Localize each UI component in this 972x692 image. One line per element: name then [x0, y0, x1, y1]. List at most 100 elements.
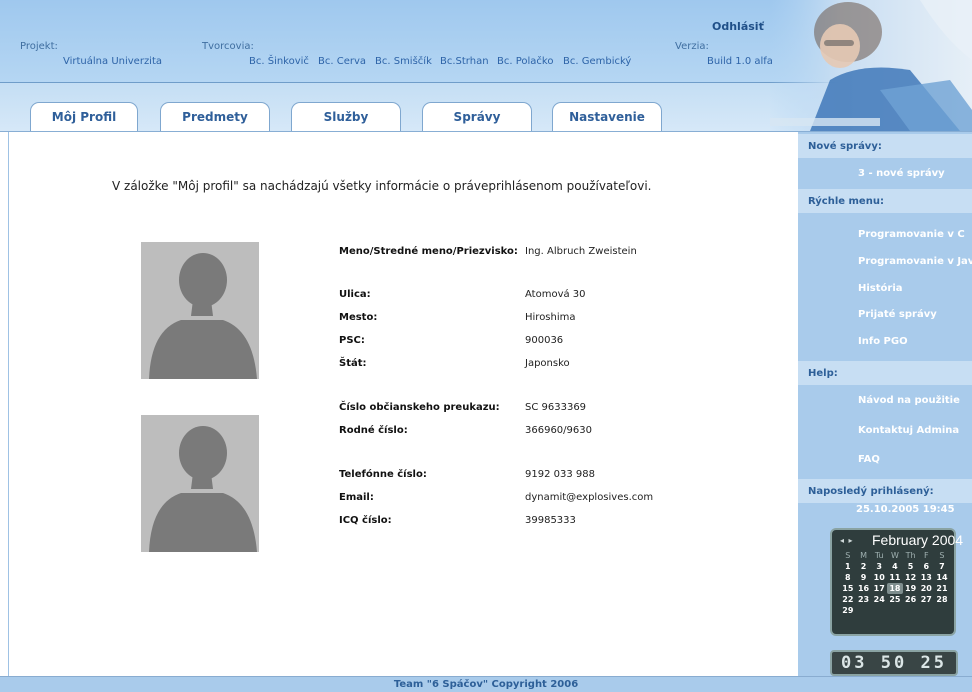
intro-text: V záložke "Môj profil" sa nachádzajú vše… — [112, 179, 652, 193]
calendar-weekday-row: S M Tu W Th F S — [840, 550, 950, 561]
calendar-day[interactable]: 9 — [856, 572, 872, 583]
calendar-day[interactable]: 21 — [934, 583, 950, 594]
digital-clock: 03 50 25 — [830, 650, 958, 676]
calendar-day[interactable]: 20 — [918, 583, 934, 594]
tab-settings[interactable]: Nastavenie — [552, 102, 662, 131]
calendar-day[interactable]: 3 — [871, 561, 887, 572]
field-label-name: Meno/Stredné meno/Priezvisko: — [339, 246, 518, 257]
new-messages-link[interactable]: 3 - nové správy — [858, 168, 945, 179]
calendar-day[interactable]: 19 — [903, 583, 919, 594]
author-5: Bc. Polačko — [497, 56, 554, 67]
project-value: Virtuálna Univerzita — [63, 56, 163, 67]
calendar-title: February 2004 — [872, 532, 964, 548]
calendar-week-row: 15 16 17 18 19 20 21 — [840, 583, 950, 594]
calendar-week-row: 22 23 24 25 26 27 28 — [840, 594, 950, 605]
calendar-weekday: Tu — [874, 551, 884, 560]
version-value: Build 1.0 alfa — [707, 56, 773, 67]
field-value-phone: 9192 033 988 — [525, 469, 595, 480]
calendar-day[interactable]: 23 — [856, 594, 872, 605]
tab-my-profile[interactable]: Môj Profil — [30, 102, 138, 131]
field-value-country: Japonsko — [525, 358, 570, 369]
calendar-empty-cell — [887, 605, 903, 616]
field-value-birth-number: 366960/9630 — [525, 425, 592, 436]
calendar-weekday: W — [890, 551, 899, 560]
field-value-name: Ing. Albruch Zweistein — [525, 246, 637, 257]
quick-menu-item-received-messages[interactable]: Prijaté správy — [858, 309, 937, 320]
page-footer: Team "6 Spáčov" Copyright 2006 — [0, 676, 972, 692]
quick-menu-item-info-pgo[interactable]: Info PGO — [858, 336, 908, 347]
calendar-week-row: 29 — [840, 605, 950, 616]
calendar-day[interactable]: 7 — [934, 561, 950, 572]
clock-time: 03 50 25 — [841, 653, 947, 673]
calendar-day[interactable]: 18 — [887, 583, 903, 594]
calendar-week-row: 8 9 10 11 12 13 14 — [840, 572, 950, 583]
calendar-weekday: F — [923, 551, 929, 560]
field-value-id-card: SC 9633369 — [525, 402, 587, 413]
field-value-street: Atomová 30 — [525, 289, 586, 300]
calendar-grid: S M Tu W Th F S 1 2 3 4 5 6 7 8 9 10 11 12 13 14 15 16 17 18 19 20… — [840, 550, 950, 616]
header-photo — [770, 0, 972, 131]
field-label-street: Ulica: — [339, 289, 371, 300]
calendar-week-row: 1234567 — [840, 561, 950, 572]
calendar-empty-cell — [871, 605, 887, 616]
author-1: Bc. Šinkovič — [249, 56, 309, 67]
calendar-day[interactable]: 14 — [934, 572, 950, 583]
calendar-empty-cell — [856, 605, 872, 616]
help-link-contact-admin[interactable]: Kontaktuj Admina — [858, 425, 959, 436]
field-label-icq: ICQ číslo: — [339, 515, 392, 526]
calendar-day[interactable]: 5 — [903, 561, 919, 572]
tab-services[interactable]: Služby — [291, 102, 401, 131]
calendar-day[interactable]: 22 — [840, 594, 856, 605]
new-messages-heading: Nové správy: — [798, 134, 972, 158]
calendar-day[interactable]: 11 — [887, 572, 903, 583]
calendar-day[interactable]: 8 — [840, 572, 856, 583]
tab-subjects[interactable]: Predmety — [160, 102, 270, 131]
help-link-faq[interactable]: FAQ — [858, 454, 880, 465]
calendar-day[interactable]: 17 — [871, 583, 887, 594]
calendar-day[interactable]: 26 — [903, 594, 919, 605]
calendar-day[interactable]: 27 — [918, 594, 934, 605]
right-sidebar: Nové správy: 3 - nové správy Rýchle menu… — [798, 132, 972, 676]
calendar-empty-cell — [918, 605, 934, 616]
field-label-psc: PSC: — [339, 335, 365, 346]
field-value-email: dynamit@explosives.com — [525, 492, 654, 503]
avatar — [141, 242, 259, 379]
version-label: Verzia: — [675, 41, 709, 52]
field-value-psc: 900036 — [525, 335, 564, 346]
calendar-day[interactable]: 16 — [856, 583, 872, 594]
author-6: Bc. Gembický — [563, 56, 632, 67]
calendar-day[interactable]: 28 — [934, 594, 950, 605]
calendar-day[interactable]: 29 — [840, 605, 856, 616]
field-label-phone: Telefónne číslo: — [339, 469, 427, 480]
author-3: Bc. Smiščík — [375, 56, 432, 67]
calendar-day[interactable]: 24 — [871, 594, 887, 605]
calendar-widget: ◂ ▸ February 2004 S M Tu W Th F S 1 2 3 4 5 6 7 8 9 10 11… — [830, 528, 963, 636]
calendar-day[interactable]: 1 — [840, 561, 856, 572]
quick-menu-heading: Rýchle menu: — [798, 189, 972, 213]
calendar-empty-cell — [903, 605, 919, 616]
tab-messages[interactable]: Správy — [422, 102, 532, 131]
main-content: V záložke "Môj profil" sa nachádzajú vše… — [8, 132, 799, 676]
calendar-day[interactable]: 12 — [903, 572, 919, 583]
calendar-day[interactable]: 6 — [918, 561, 934, 572]
last-login-value: 25.10.2005 19:45 — [856, 504, 955, 515]
calendar-day[interactable]: 4 — [887, 561, 903, 572]
quick-menu-item-programming-java[interactable]: Programovanie v Jav — [858, 256, 972, 267]
calendar-weekday: S — [845, 551, 851, 560]
field-value-icq: 39985333 — [525, 515, 576, 526]
logout-link[interactable]: Odhlásiť — [712, 20, 764, 33]
calendar-day[interactable]: 15 — [840, 583, 856, 594]
quick-menu-item-programming-c[interactable]: Programovanie v C — [858, 229, 965, 240]
help-heading: Help: — [798, 361, 972, 385]
field-label-country: Štát: — [339, 358, 367, 369]
field-value-city: Hiroshima — [525, 312, 576, 323]
help-link-manual[interactable]: Návod na použitie — [858, 395, 960, 406]
calendar-day[interactable]: 13 — [918, 572, 934, 583]
calendar-day[interactable]: 25 — [887, 594, 903, 605]
calendar-day[interactable]: 10 — [871, 572, 887, 583]
field-label-birth-number: Rodné číslo: — [339, 425, 408, 436]
calendar-day[interactable]: 2 — [856, 561, 872, 572]
field-label-city: Mesto: — [339, 312, 378, 323]
calendar-nav-arrows-icon[interactable]: ◂ ▸ — [840, 536, 854, 545]
quick-menu-item-history[interactable]: História — [858, 283, 903, 294]
